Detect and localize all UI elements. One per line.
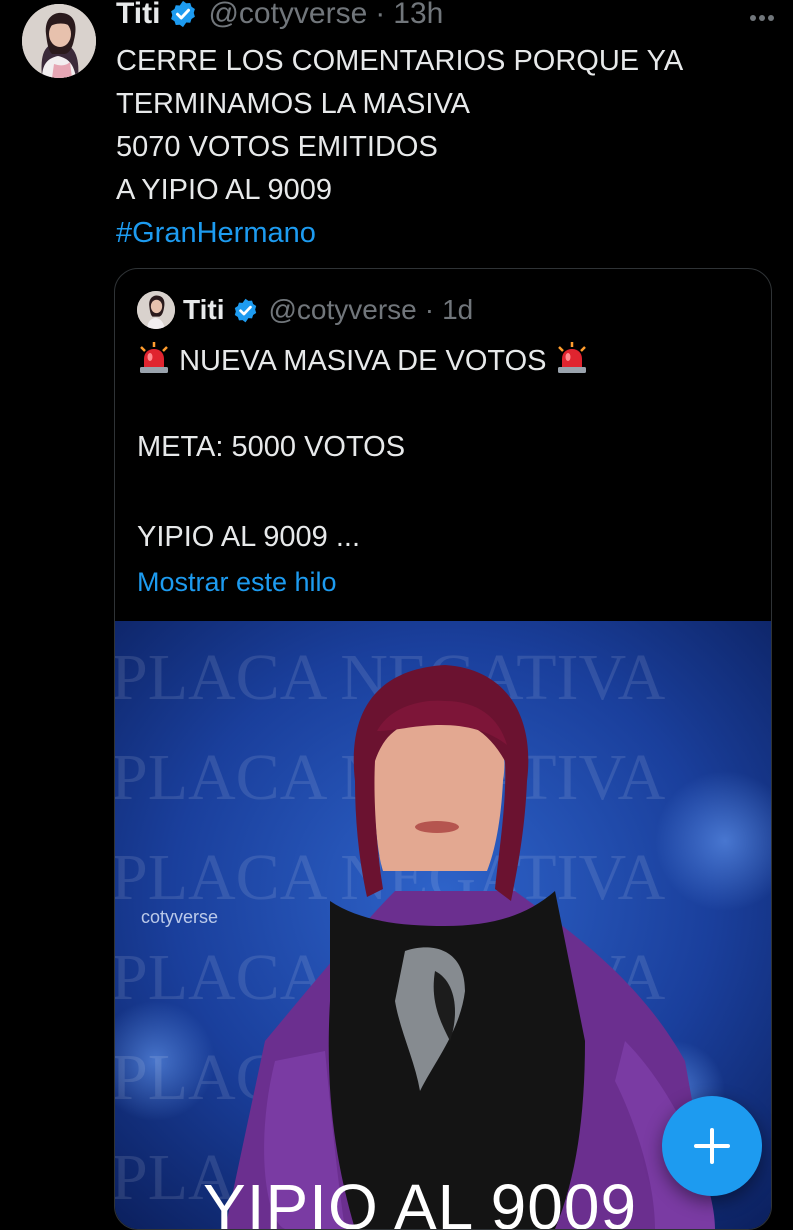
tweet-timestamp[interactable]: 13h (393, 0, 443, 31)
verified-badge-icon (232, 297, 259, 324)
quoted-tweet-card[interactable]: Titi @cotyverse · 1d NUEVA MASIVA DE VOT… (114, 268, 772, 1230)
quoted-teaser: YIPIO AL 9009 ... (137, 521, 361, 553)
quoted-author-handle[interactable]: @cotyverse (268, 294, 416, 326)
tweet-text-line: 5070 VOTOS EMITIDOS (116, 131, 438, 163)
show-thread-link[interactable]: Mostrar este hilo (137, 567, 337, 598)
author-name[interactable]: Titi (116, 0, 160, 31)
tweet-text-line: TERMINAMOS LA MASIVA (116, 88, 470, 120)
separator-dot: · (424, 294, 435, 325)
plus-icon (694, 1128, 730, 1164)
verified-badge-icon (168, 0, 198, 29)
hashtag-link[interactable]: #GranHermano (116, 212, 776, 255)
tweet-text: CERRE LOS COMENTARIOS PORQUE YA TERMINAM… (116, 40, 776, 255)
siren-icon (555, 341, 589, 375)
avatar-image (22, 4, 96, 78)
tweet-text-line: CERRE LOS COMENTARIOS PORQUE YA (116, 45, 684, 77)
watermark: cotyverse (141, 907, 218, 927)
avatar[interactable] (22, 4, 96, 78)
tweet-header: Titi @cotyverse · 13h (116, 0, 443, 34)
quoted-header: Titi @cotyverse · 1d (183, 289, 473, 331)
quoted-headline: NUEVA MASIVA DE VOTOS (179, 345, 547, 377)
quoted-author-name[interactable]: Titi (183, 294, 224, 326)
author-handle[interactable]: @cotyverse (208, 0, 367, 31)
separator-dot: · (375, 0, 386, 30)
quoted-avatar[interactable] (137, 291, 175, 329)
quoted-timestamp[interactable]: 1d (442, 294, 473, 326)
siren-icon (137, 341, 171, 375)
compose-button[interactable] (662, 1096, 762, 1196)
quoted-avatar-image (137, 291, 175, 329)
quoted-headline-line: NUEVA MASIVA DE VOTOS (137, 341, 589, 378)
media-caption: YIPIO AL 9009 (203, 1171, 637, 1229)
more-options-icon[interactable] (742, 2, 782, 34)
quoted-goal: META: 5000 VOTOS (137, 431, 406, 463)
tweet-text-line: A YIPIO AL 9009 (116, 174, 333, 206)
